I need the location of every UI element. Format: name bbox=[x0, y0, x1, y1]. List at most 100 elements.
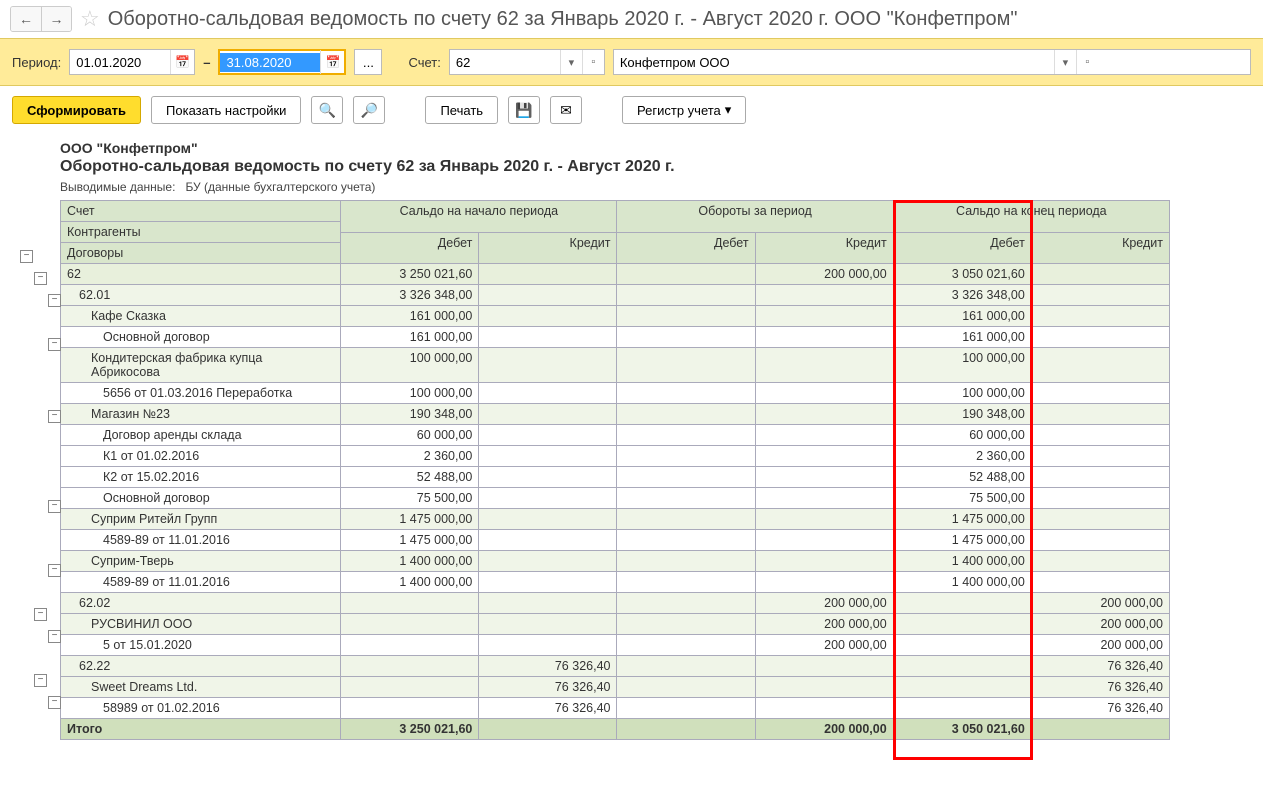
cell-end-debit: 1 475 000,00 bbox=[893, 509, 1031, 530]
cell-turn-debit bbox=[617, 285, 755, 306]
cell-end-credit bbox=[1031, 264, 1169, 285]
page-title: Оборотно-сальдовая ведомость по счету 62… bbox=[108, 8, 1018, 31]
table-row[interactable]: 62.2276 326,4076 326,40 bbox=[61, 656, 1170, 677]
open-external-icon[interactable]: ▫ bbox=[582, 50, 604, 74]
chevron-down-icon[interactable]: ▾ bbox=[1054, 50, 1076, 74]
table-row[interactable]: Магазин №23190 348,00190 348,00 bbox=[61, 404, 1170, 425]
generate-button[interactable]: Сформировать bbox=[12, 96, 141, 124]
date-from-input[interactable] bbox=[70, 53, 170, 72]
search-button[interactable]: 🔍 bbox=[311, 96, 343, 124]
cell-turn-credit bbox=[755, 348, 893, 383]
cell-turn-credit bbox=[755, 306, 893, 327]
date-to-field[interactable]: 📅 bbox=[218, 49, 346, 75]
table-row[interactable]: Кондитерская фабрика купца Абрикосова100… bbox=[61, 348, 1170, 383]
table-row[interactable]: Sweet Dreams Ltd.76 326,4076 326,40 bbox=[61, 677, 1170, 698]
cell-start-credit bbox=[479, 404, 617, 425]
cell-end-debit: 1 400 000,00 bbox=[893, 551, 1031, 572]
calendar-icon[interactable]: 📅 bbox=[170, 50, 194, 74]
table-row[interactable]: 4589-89 от 11.01.20161 475 000,001 475 0… bbox=[61, 530, 1170, 551]
cell-start-debit bbox=[341, 656, 479, 677]
table-row[interactable]: Основной договор161 000,00161 000,00 bbox=[61, 327, 1170, 348]
cell-start-debit: 1 475 000,00 bbox=[341, 530, 479, 551]
cell-turn-credit bbox=[755, 425, 893, 446]
account-input[interactable] bbox=[450, 53, 560, 72]
cell-end-credit bbox=[1031, 467, 1169, 488]
show-settings-button[interactable]: Показать настройки bbox=[151, 96, 301, 124]
table-row[interactable]: Суприм-Тверь1 400 000,001 400 000,00 bbox=[61, 551, 1170, 572]
table-row[interactable]: К1 от 01.02.20162 360,002 360,00 bbox=[61, 446, 1170, 467]
table-row[interactable]: Кафе Сказка161 000,00161 000,00 bbox=[61, 306, 1170, 327]
cell-start-credit bbox=[479, 635, 617, 656]
date-from-field[interactable]: 📅 bbox=[69, 49, 195, 75]
chevron-down-icon[interactable]: ▾ bbox=[560, 50, 582, 74]
tree-collapse-button[interactable]: − bbox=[34, 608, 47, 621]
tree-collapse-button[interactable]: − bbox=[48, 338, 61, 351]
cell-turn-debit bbox=[617, 306, 755, 327]
cell-end-debit: 2 360,00 bbox=[893, 446, 1031, 467]
print-button[interactable]: Печать bbox=[425, 96, 498, 124]
tree-collapse-button[interactable]: − bbox=[48, 696, 61, 709]
col-credit: Кредит bbox=[1031, 232, 1169, 264]
cell-end-credit bbox=[1031, 572, 1169, 593]
table-row[interactable]: 623 250 021,60200 000,003 050 021,60 bbox=[61, 264, 1170, 285]
period-toolbar: Период: 📅 – 📅 ... Счет: ▾ ▫ ▾ ▫ bbox=[0, 38, 1263, 86]
period-more-button[interactable]: ... bbox=[354, 49, 382, 75]
table-row[interactable]: РУСВИНИЛ ООО200 000,00200 000,00 bbox=[61, 614, 1170, 635]
search-icon: 🔍 bbox=[319, 102, 336, 119]
table-row[interactable]: К2 от 15.02.201652 488,0052 488,00 bbox=[61, 467, 1170, 488]
register-menu-button[interactable]: Регистр учета ▾ bbox=[622, 96, 746, 124]
tree-collapse-button[interactable]: − bbox=[34, 674, 47, 687]
table-row[interactable]: 4589-89 от 11.01.20161 400 000,001 400 0… bbox=[61, 572, 1170, 593]
nav-forward-button[interactable]: → bbox=[41, 7, 71, 31]
table-row[interactable]: Основной договор75 500,0075 500,00 bbox=[61, 488, 1170, 509]
tree-collapse-button[interactable]: − bbox=[34, 272, 47, 285]
account-field[interactable]: ▾ ▫ bbox=[449, 49, 605, 75]
date-to-input[interactable] bbox=[220, 53, 320, 72]
col-debit: Дебет bbox=[341, 232, 479, 264]
cell-start-debit bbox=[341, 677, 479, 698]
table-row[interactable]: Итого3 250 021,60200 000,003 050 021,60 bbox=[61, 719, 1170, 740]
tree-collapse-button[interactable]: − bbox=[48, 564, 61, 577]
cell-end-credit bbox=[1031, 446, 1169, 467]
tree-collapse-button[interactable]: − bbox=[48, 500, 61, 513]
cell-end-credit bbox=[1031, 530, 1169, 551]
row-label: 5 от 15.01.2020 bbox=[61, 635, 341, 656]
cell-end-debit bbox=[893, 698, 1031, 719]
save-button[interactable]: 💾 bbox=[508, 96, 540, 124]
find-next-button[interactable]: 🔎 bbox=[353, 96, 385, 124]
cell-start-credit bbox=[479, 348, 617, 383]
open-external-icon[interactable]: ▫ bbox=[1076, 50, 1098, 74]
cell-turn-credit bbox=[755, 467, 893, 488]
org-field[interactable]: ▾ ▫ bbox=[613, 49, 1251, 75]
table-row[interactable]: 58989 от 01.02.201676 326,4076 326,40 bbox=[61, 698, 1170, 719]
favorite-star-icon[interactable]: ☆ bbox=[80, 6, 100, 32]
period-dash: – bbox=[203, 55, 210, 70]
cell-start-credit bbox=[479, 467, 617, 488]
calendar-icon[interactable]: 📅 bbox=[320, 50, 344, 74]
cell-end-debit: 190 348,00 bbox=[893, 404, 1031, 425]
table-row[interactable]: 62.013 326 348,003 326 348,00 bbox=[61, 285, 1170, 306]
cell-end-debit: 100 000,00 bbox=[893, 348, 1031, 383]
table-row[interactable]: 62.02200 000,00200 000,00 bbox=[61, 593, 1170, 614]
table-row[interactable]: Суприм Ритейл Групп1 475 000,001 475 000… bbox=[61, 509, 1170, 530]
cell-start-debit: 190 348,00 bbox=[341, 404, 479, 425]
tree-collapse-button[interactable]: − bbox=[48, 410, 61, 423]
cell-end-debit: 161 000,00 bbox=[893, 327, 1031, 348]
cell-turn-credit: 200 000,00 bbox=[755, 593, 893, 614]
cell-end-credit: 200 000,00 bbox=[1031, 635, 1169, 656]
tree-collapse-button[interactable]: − bbox=[48, 630, 61, 643]
tree-collapse-button[interactable]: − bbox=[20, 250, 33, 263]
cell-start-debit bbox=[341, 614, 479, 635]
table-row[interactable]: 5656 от 01.03.2016 Переработка100 000,00… bbox=[61, 383, 1170, 404]
table-row[interactable]: 5 от 15.01.2020200 000,00200 000,00 bbox=[61, 635, 1170, 656]
email-button[interactable]: ✉ bbox=[550, 96, 582, 124]
tree-collapse-button[interactable]: − bbox=[48, 294, 61, 307]
cell-end-credit: 200 000,00 bbox=[1031, 593, 1169, 614]
cell-turn-debit bbox=[617, 635, 755, 656]
cell-turn-debit bbox=[617, 264, 755, 285]
org-input[interactable] bbox=[614, 53, 1054, 72]
nav-back-button[interactable]: ← bbox=[11, 7, 41, 31]
cell-end-credit bbox=[1031, 306, 1169, 327]
cell-turn-credit bbox=[755, 488, 893, 509]
table-row[interactable]: Договор аренды склада60 000,0060 000,00 bbox=[61, 425, 1170, 446]
